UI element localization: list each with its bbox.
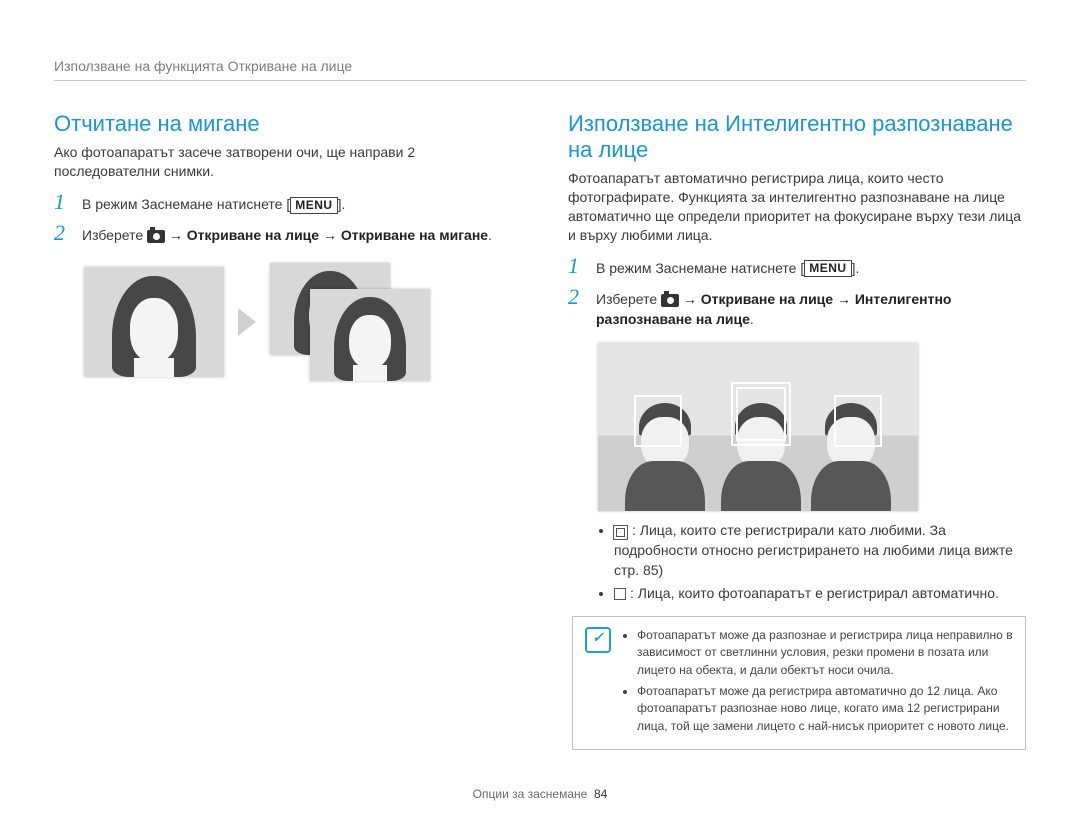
step1-post: ].	[852, 260, 860, 276]
camera-icon	[661, 294, 679, 307]
step-number: 2	[568, 286, 586, 308]
legend-auto-text: : Лица, които фотоапаратът е регистрирал…	[630, 585, 999, 601]
face-box-2-favorite	[736, 387, 786, 441]
left-steps: 1 В режим Заснемане натиснете [MENU]. 2 …	[54, 191, 512, 246]
manual-page: Използване на функцията Откриване на лиц…	[0, 0, 1080, 815]
blink-photo-before	[84, 267, 224, 377]
blink-photo-stack	[270, 263, 430, 381]
group-photo-illustration	[598, 343, 918, 511]
right-steps: 1 В режим Заснемане натиснете [MENU]. 2 …	[568, 255, 1026, 330]
step-text: Изберете → Откриване на лице → Откриване…	[82, 222, 492, 245]
blink-photo-after-2	[310, 289, 430, 381]
note-icon: ✓	[585, 627, 611, 653]
content-columns: Отчитане на мигане Ако фотоапаратът засе…	[54, 111, 1026, 750]
double-square-icon	[616, 528, 625, 537]
left-heading: Отчитане на мигане	[54, 111, 512, 137]
right-column: Използване на Интелигентно разпознаване …	[568, 111, 1026, 750]
blink-illustration	[84, 263, 512, 381]
right-intro-text: Фотоапаратът автоматично регистрира лица…	[568, 169, 1026, 245]
step2-post: .	[750, 311, 754, 327]
menu-button-label: MENU	[804, 260, 851, 277]
page-footer: Опции за заснемане 84	[0, 787, 1080, 801]
face-box-3	[834, 395, 882, 447]
left-column: Отчитане на мигане Ако фотоапаратът засе…	[54, 111, 512, 750]
step2-pre: Изберете	[82, 227, 147, 243]
right-heading: Използване на Интелигентно разпознаване …	[568, 111, 1026, 163]
face-box-1	[634, 395, 682, 447]
step-number: 1	[568, 255, 586, 277]
step-number: 1	[54, 191, 72, 213]
footer-label: Опции за заснемане	[473, 787, 588, 801]
note-item-2: Фотоапаратът може да регистрира автомати…	[637, 683, 1013, 735]
step2-post: .	[488, 227, 492, 243]
legend-bullets: : Лица, които сте регистрирали като люби…	[568, 521, 1026, 603]
step-text: В режим Заснемане натиснете [MENU].	[82, 191, 345, 214]
step1-pre: В режим Заснемане натиснете [	[82, 196, 290, 212]
left-step-1: 1 В режим Заснемане натиснете [MENU].	[54, 191, 512, 214]
page-number: 84	[594, 787, 607, 801]
square-icon	[614, 588, 626, 600]
note-list: Фотоапаратът може да разпознае и регистр…	[621, 627, 1013, 739]
left-step-2: 2 Изберете → Откриване на лице → Открива…	[54, 222, 512, 245]
breadcrumb: Използване на функцията Откриване на лиц…	[54, 58, 1026, 81]
legend-favorite: : Лица, които сте регистрирали като люби…	[614, 521, 1026, 580]
right-step-1: 1 В режим Заснемане натиснете [MENU].	[568, 255, 1026, 278]
step-text: Изберете → Откриване на лице → Интелиген…	[596, 286, 1026, 330]
note-box: ✓ Фотоапаратът може да разпознае и регис…	[572, 616, 1026, 750]
note-item-1: Фотоапаратът може да разпознае и регистр…	[637, 627, 1013, 679]
step2-bold: → Откриване на лице → Откриване на миган…	[165, 227, 488, 243]
left-intro-text: Ако фотоапаратът засече затворени очи, щ…	[54, 143, 512, 181]
step2-pre: Изберете	[596, 291, 661, 307]
legend-favorite-text: : Лица, които сте регистрирали като люби…	[614, 522, 1013, 577]
arrow-right-icon	[238, 308, 256, 336]
camera-icon	[147, 230, 165, 243]
step1-post: ].	[338, 196, 346, 212]
menu-button-label: MENU	[290, 197, 337, 214]
step-number: 2	[54, 222, 72, 244]
legend-auto: : Лица, които фотоапаратът е регистрирал…	[614, 584, 1026, 604]
step-text: В режим Заснемане натиснете [MENU].	[596, 255, 859, 278]
step1-pre: В режим Заснемане натиснете [	[596, 260, 804, 276]
right-step-2: 2 Изберете → Откриване на лице → Интелиг…	[568, 286, 1026, 330]
